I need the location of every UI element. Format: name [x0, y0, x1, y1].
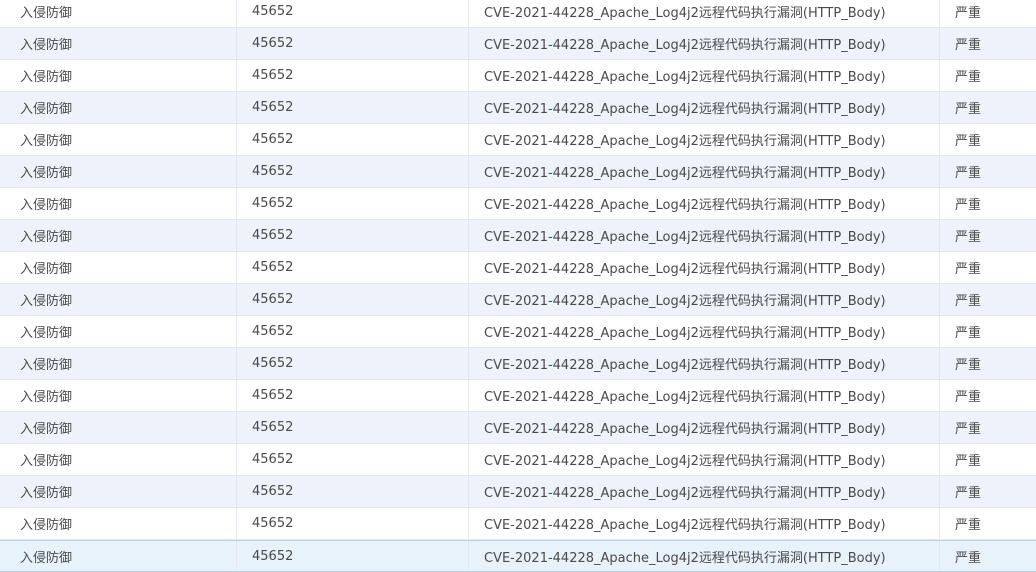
cell-event-name: CVE-2021-44228_Apache_Log4j2远程代码执行漏洞(HTT…: [469, 252, 940, 283]
cell-severity: 严重: [955, 102, 982, 117]
cell-type: 入侵防御: [0, 476, 237, 507]
cell-event-name: CVE-2021-44228_Apache_Log4j2远程代码执行漏洞(HTT…: [469, 476, 940, 507]
table-row[interactable]: 入侵防御 45652 CVE-2021-44228_Apache_Log4j2远程代…: [0, 0, 1036, 28]
cell-rule-id: 45652: [237, 412, 469, 443]
cell-severity: 严重: [955, 454, 982, 469]
cell-type: 入侵防御: [0, 444, 237, 475]
table-row[interactable]: 入侵防御 45652 CVE-2021-44228_Apache_Log4j2远程代…: [0, 156, 1036, 188]
cell-event-name: CVE-2021-44228_Apache_Log4j2远程代码执行漏洞(HTT…: [469, 412, 940, 443]
cell-type: 入侵防御: [0, 252, 237, 283]
cell-type: 入侵防御: [0, 60, 237, 91]
cell-type: 入侵防御: [0, 188, 237, 219]
cell-rule-id: 45652: [237, 316, 469, 347]
cell-severity: 严重: [955, 134, 982, 149]
cell-severity: 严重: [955, 326, 982, 341]
cell-rule-id: 45652: [237, 284, 469, 315]
cell-rule-id: 45652: [237, 508, 469, 539]
cell-rule-id: 45652: [237, 541, 469, 571]
cell-type: 入侵防御: [0, 508, 237, 539]
cell-rule-id: 45652: [237, 28, 469, 59]
table-row[interactable]: 入侵防御 45652 CVE-2021-44228_Apache_Log4j2远程代…: [0, 60, 1036, 92]
cell-event-name: CVE-2021-44228_Apache_Log4j2远程代码执行漏洞(HTT…: [469, 284, 940, 315]
cell-type: 入侵防御: [0, 380, 237, 411]
cell-event-name: CVE-2021-44228_Apache_Log4j2远程代码执行漏洞(HTT…: [469, 348, 940, 379]
cell-rule-id: 45652: [237, 124, 469, 155]
cell-severity: 严重: [955, 198, 982, 213]
cell-type: 入侵防御: [0, 28, 237, 59]
cell-rule-id: 45652: [237, 92, 469, 123]
cell-severity: 严重: [955, 6, 982, 21]
table-row[interactable]: 入侵防御 45652 CVE-2021-44228_Apache_Log4j2远程代…: [0, 92, 1036, 124]
cell-type: 入侵防御: [0, 541, 237, 571]
table-body: 入侵防御 45652 CVE-2021-44228_Apache_Log4j2远程代…: [0, 0, 1036, 572]
cell-severity: 严重: [955, 294, 982, 309]
cell-rule-id: 45652: [237, 348, 469, 379]
cell-severity: 严重: [955, 486, 982, 501]
cell-type: 入侵防御: [0, 92, 237, 123]
cell-rule-id: 45652: [237, 380, 469, 411]
cell-event-name: CVE-2021-44228_Apache_Log4j2远程代码执行漏洞(HTT…: [469, 380, 940, 411]
cell-rule-id: 45652: [237, 220, 469, 251]
cell-severity: 严重: [955, 262, 982, 277]
cell-severity: 严重: [955, 38, 982, 53]
cell-severity: 严重: [955, 230, 982, 245]
table-row[interactable]: 入侵防御 45652 CVE-2021-44228_Apache_Log4j2远程代…: [0, 220, 1036, 252]
table-row[interactable]: 入侵防御 45652 CVE-2021-44228_Apache_Log4j2远程代…: [0, 444, 1036, 476]
table-row[interactable]: 入侵防御 45652 CVE-2021-44228_Apache_Log4j2远程代…: [0, 508, 1036, 540]
cell-event-name: CVE-2021-44228_Apache_Log4j2远程代码执行漏洞(HTT…: [469, 541, 940, 571]
cell-severity: 严重: [955, 518, 982, 533]
cell-rule-id: 45652: [237, 188, 469, 219]
table-row[interactable]: 入侵防御 45652 CVE-2021-44228_Apache_Log4j2远程代…: [0, 188, 1036, 220]
table-row[interactable]: 入侵防御 45652 CVE-2021-44228_Apache_Log4j2远程代…: [0, 476, 1036, 508]
table-row[interactable]: 入侵防御 45652 CVE-2021-44228_Apache_Log4j2远程代…: [0, 412, 1036, 444]
cell-severity: 严重: [955, 70, 982, 85]
cell-severity: 严重: [955, 422, 982, 437]
cell-event-name: CVE-2021-44228_Apache_Log4j2远程代码执行漏洞(HTT…: [469, 60, 940, 91]
log-table: 入侵防御 45652 CVE-2021-44228_Apache_Log4j2远程代…: [0, 0, 1036, 572]
cell-rule-id: 45652: [237, 60, 469, 91]
cell-severity: 严重: [955, 550, 982, 566]
cell-rule-id: 45652: [237, 0, 469, 27]
cell-rule-id: 45652: [237, 476, 469, 507]
cell-event-name: CVE-2021-44228_Apache_Log4j2远程代码执行漏洞(HTT…: [469, 316, 940, 347]
cell-event-name: CVE-2021-44228_Apache_Log4j2远程代码执行漏洞(HTT…: [469, 0, 940, 27]
cell-type: 入侵防御: [0, 316, 237, 347]
table-row[interactable]: 入侵防御 45652 CVE-2021-44228_Apache_Log4j2远程代…: [0, 252, 1036, 284]
table-row[interactable]: 入侵防御 45652 CVE-2021-44228_Apache_Log4j2远程代…: [0, 540, 1036, 572]
table-row[interactable]: 入侵防御 45652 CVE-2021-44228_Apache_Log4j2远程代…: [0, 124, 1036, 156]
cell-event-name: CVE-2021-44228_Apache_Log4j2远程代码执行漏洞(HTT…: [469, 220, 940, 251]
cell-type: 入侵防御: [0, 124, 237, 155]
table-row[interactable]: 入侵防御 45652 CVE-2021-44228_Apache_Log4j2远程代…: [0, 380, 1036, 412]
cell-rule-id: 45652: [237, 156, 469, 187]
cell-type: 入侵防御: [0, 156, 237, 187]
cell-event-name: CVE-2021-44228_Apache_Log4j2远程代码执行漏洞(HTT…: [469, 92, 940, 123]
cell-type: 入侵防御: [0, 412, 237, 443]
cell-rule-id: 45652: [237, 252, 469, 283]
cell-event-name: CVE-2021-44228_Apache_Log4j2远程代码执行漏洞(HTT…: [469, 444, 940, 475]
cell-severity: 严重: [955, 166, 982, 181]
cell-type: 入侵防御: [0, 284, 237, 315]
cell-event-name: CVE-2021-44228_Apache_Log4j2远程代码执行漏洞(HTT…: [469, 156, 940, 187]
cell-type: 入侵防御: [0, 0, 237, 27]
cell-rule-id: 45652: [237, 444, 469, 475]
cell-type: 入侵防御: [0, 348, 237, 379]
table-row[interactable]: 入侵防御 45652 CVE-2021-44228_Apache_Log4j2远程代…: [0, 284, 1036, 316]
cell-type: 入侵防御: [0, 220, 237, 251]
cell-event-name: CVE-2021-44228_Apache_Log4j2远程代码执行漏洞(HTT…: [469, 508, 940, 539]
table-row[interactable]: 入侵防御 45652 CVE-2021-44228_Apache_Log4j2远程代…: [0, 348, 1036, 380]
cell-event-name: CVE-2021-44228_Apache_Log4j2远程代码执行漏洞(HTT…: [469, 28, 940, 59]
table-row[interactable]: 入侵防御 45652 CVE-2021-44228_Apache_Log4j2远程代…: [0, 316, 1036, 348]
cell-event-name: CVE-2021-44228_Apache_Log4j2远程代码执行漏洞(HTT…: [469, 124, 940, 155]
cell-event-name: CVE-2021-44228_Apache_Log4j2远程代码执行漏洞(HTT…: [469, 188, 940, 219]
table-row[interactable]: 入侵防御 45652 CVE-2021-44228_Apache_Log4j2远程代…: [0, 28, 1036, 60]
cell-severity: 严重: [955, 358, 982, 373]
cell-severity: 严重: [955, 390, 982, 405]
